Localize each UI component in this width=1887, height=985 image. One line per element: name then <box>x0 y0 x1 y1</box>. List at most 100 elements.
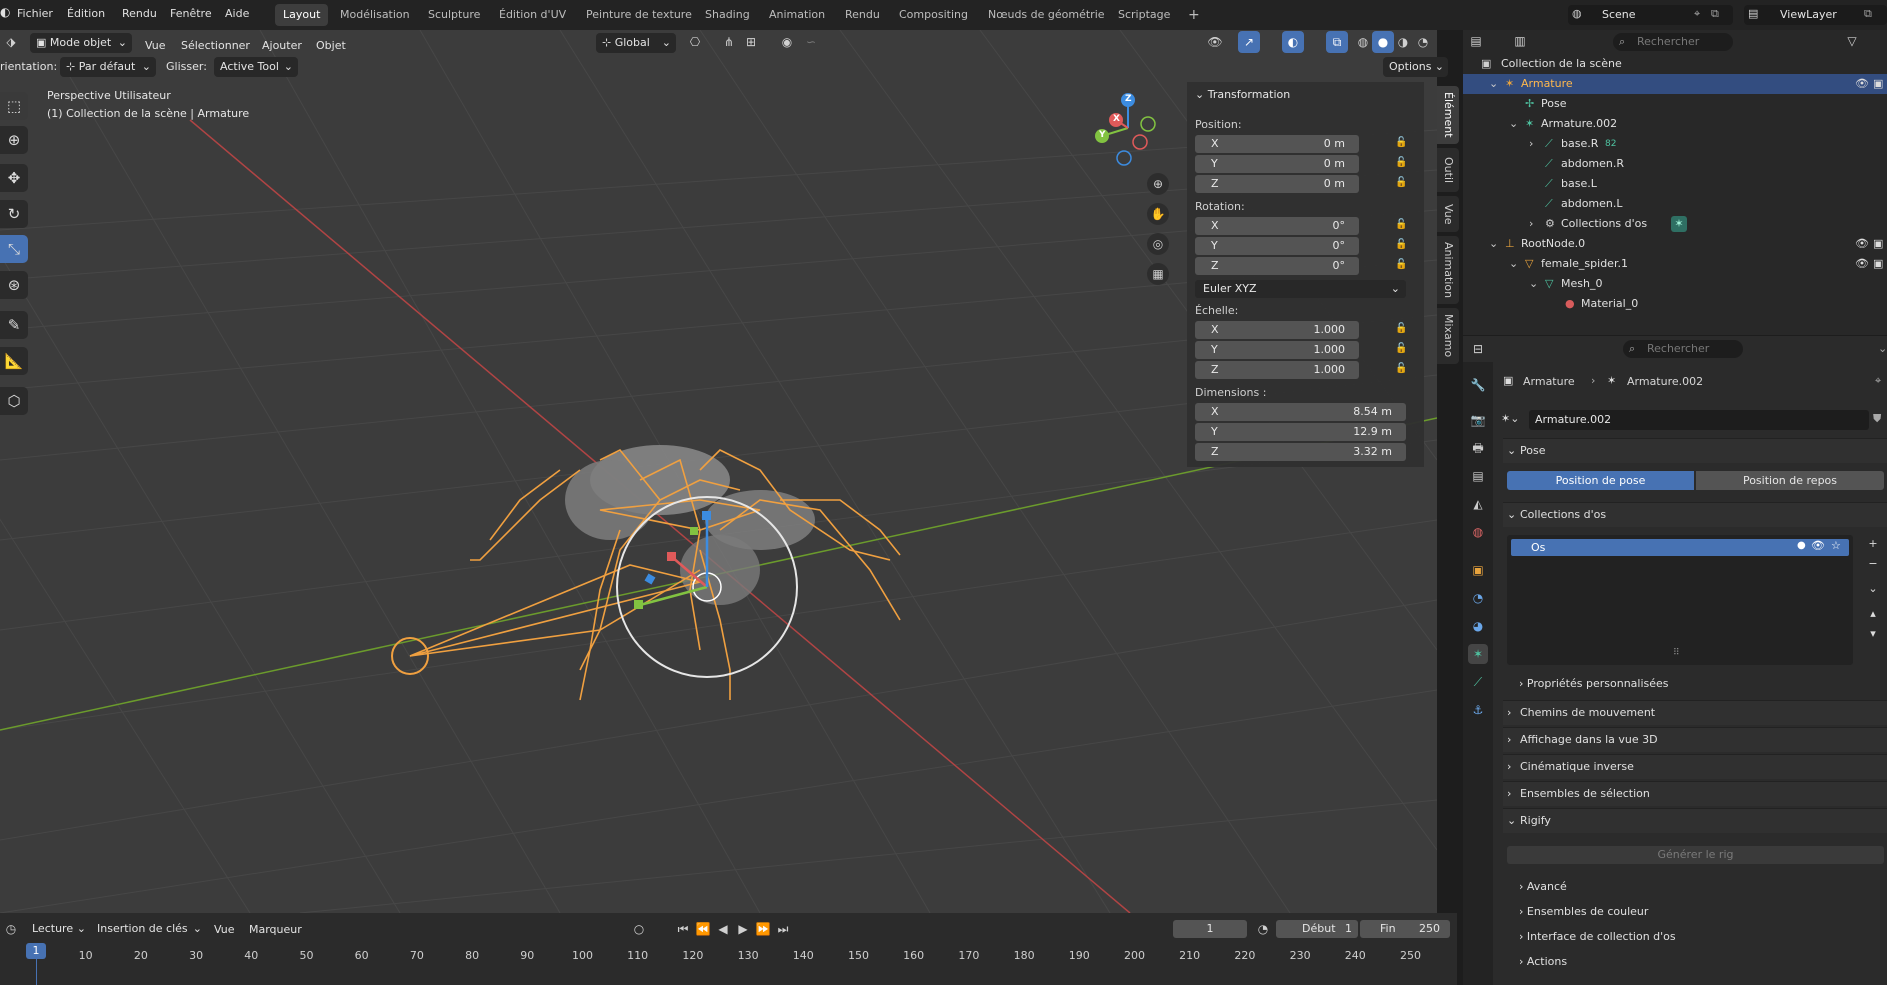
timeline-menu-marqueur[interactable]: Marqueur <box>249 923 302 936</box>
menu-fenetre[interactable]: Fenêtre <box>170 7 212 20</box>
workspace-tab-shading[interactable]: Shading <box>697 4 758 26</box>
dimension-z-field[interactable]: Z 3.32 m <box>1195 443 1406 461</box>
menu-rendu[interactable]: Rendu <box>122 7 157 20</box>
camera-icon[interactable]: ▣ <box>1873 234 1883 254</box>
blender-logo-icon[interactable]: ◐ <box>0 5 10 23</box>
new-view-layer-icon[interactable]: ⧉ <box>1864 7 1872 21</box>
move-down-button[interactable]: ▾ <box>1864 625 1882 643</box>
xray-toggle-icon[interactable]: ⧉ <box>1326 31 1348 53</box>
outliner-row-abdomen-l[interactable]: ⟋ abdomen.L <box>1463 194 1887 214</box>
prev-keyframe-icon[interactable]: ⏪ <box>692 918 714 940</box>
auto-keying-icon[interactable]: ○ <box>628 918 650 940</box>
menu-ajouter[interactable]: Ajouter <box>262 39 302 52</box>
gizmo-x-tip[interactable] <box>667 552 676 561</box>
next-keyframe-icon[interactable]: ⏩ <box>752 918 774 940</box>
scale-z-field[interactable]: Z 1.000 <box>1195 361 1359 379</box>
outliner-row-scene-collection[interactable]: ▣ Collection de la scène <box>1463 54 1887 74</box>
perspective-toggle-icon[interactable]: ▦ <box>1147 263 1169 285</box>
timeline-menu-vue[interactable]: Vue <box>214 923 235 936</box>
collection-menu-button[interactable]: ⌄ <box>1864 580 1882 598</box>
outliner-row-abdomen-r[interactable]: ⟋ abdomen.R <box>1463 154 1887 174</box>
modifier-tab-icon[interactable]: ◔ <box>1468 588 1488 608</box>
generate-rig-button[interactable]: Générer le rig <box>1507 846 1884 864</box>
add-cube-tool-icon[interactable]: ⬡ <box>0 387 28 415</box>
lock-icon[interactable]: 🔓 <box>1395 157 1407 169</box>
jump-end-icon[interactable]: ⏭ <box>772 918 794 940</box>
outliner-row-armature[interactable]: ⌄ ✶ Armature 👁 ▣ <box>1463 74 1887 94</box>
workspace-tab-modelisation[interactable]: Modélisation <box>332 4 418 26</box>
playhead[interactable]: 1 <box>26 943 46 959</box>
section-selection-sets[interactable]: › Ensembles de sélection <box>1503 781 1887 806</box>
play-icon[interactable]: ▶ <box>732 918 754 940</box>
outliner-search-input[interactable]: ⌕ Rechercher <box>1613 33 1733 51</box>
outliner-row-base-l[interactable]: ⟋ base.L <box>1463 174 1887 194</box>
editor-type-icon[interactable]: ◷ <box>0 918 22 940</box>
workspace-tab-animation[interactable]: Animation <box>761 4 833 26</box>
editor-type-icon[interactable]: ▤ <box>1465 30 1487 52</box>
move-tool-icon[interactable]: ✥ <box>0 164 28 192</box>
lock-icon[interactable]: 🔓 <box>1395 323 1407 335</box>
editor-type-icon[interactable]: ⊟ <box>1467 338 1489 360</box>
rendered-shading-icon[interactable]: ◔ <box>1412 31 1434 53</box>
gizmo-y-tip[interactable] <box>634 600 643 609</box>
move-up-button[interactable]: ▴ <box>1864 605 1882 623</box>
object-tab-icon[interactable]: ▣ <box>1468 560 1488 580</box>
rigify-bone-collection-ui-subpanel[interactable]: › Interface de collection d'os <box>1519 930 1676 943</box>
datablock-selector[interactable]: ✶⌄ Armature.002 ⛊ <box>1501 410 1887 430</box>
workspace-tab-sculpture[interactable]: Sculpture <box>420 4 488 26</box>
outliner-row-rootnode[interactable]: ⌄ ⊥ RootNode.0 👁 ▣ <box>1463 234 1887 254</box>
remove-collection-button[interactable]: − <box>1864 555 1882 573</box>
gizmo-toggle-icon[interactable]: ↗ <box>1238 31 1260 53</box>
scene-selector[interactable]: ◍ Scene ⌖ ⧉ <box>1568 5 1733 25</box>
bone-collection-list[interactable]: Os ● 👁 ☆ ⠿ <box>1507 535 1853 665</box>
properties-search-input[interactable]: ⌕ Rechercher <box>1623 340 1743 358</box>
fake-user-icon[interactable]: ⛊ <box>1873 412 1881 426</box>
section-inverse-kinematics[interactable]: › Cinématique inverse <box>1503 754 1887 779</box>
drag-setting-dropdown[interactable]: Active Tool ⌄ <box>214 57 298 77</box>
material-shading-icon[interactable]: ◑ <box>1392 31 1414 53</box>
custom-properties-subpanel[interactable]: › Propriétés personnalisées <box>1519 677 1669 690</box>
overlay-toggle-icon[interactable]: ◐ <box>1282 31 1304 53</box>
outliner-row-mesh-0[interactable]: ⌄ ▽ Mesh_0 <box>1463 274 1887 294</box>
transform-orientation-selector[interactable]: ⊹ Global ⌄ <box>596 33 676 53</box>
workspace-tab-rendu[interactable]: Rendu <box>837 4 888 26</box>
output-tab-icon[interactable]: 🖶 <box>1468 438 1488 458</box>
annotate-tool-icon[interactable]: ✎ <box>0 311 28 339</box>
bone-constraint-tab-icon[interactable]: ⚓ <box>1468 700 1488 720</box>
gizmo-z-tip[interactable] <box>702 511 711 520</box>
lock-icon[interactable]: 🔓 <box>1395 219 1407 231</box>
lock-icon[interactable]: 🔓 <box>1395 177 1407 189</box>
rotate-tool-icon[interactable]: ↻ <box>0 200 28 228</box>
visibility-icon[interactable]: 👁 <box>1204 31 1226 53</box>
navigation-gizmo[interactable]: Z Y X <box>1090 88 1160 168</box>
eye-icon[interactable]: 👁 <box>1855 254 1869 274</box>
options-dropdown[interactable]: Options ⌄ <box>1383 57 1448 77</box>
pin-icon[interactable]: ⌖ <box>1694 7 1700 21</box>
rigify-actions-subpanel[interactable]: › Actions <box>1519 955 1567 968</box>
proportional-edit-icon[interactable]: ◉ <box>776 31 798 53</box>
scale-x-field[interactable]: X 1.000 <box>1195 321 1359 339</box>
outliner-row-armature-002[interactable]: ⌄ ✶ Armature.002 <box>1463 114 1887 134</box>
lock-icon[interactable]: 🔓 <box>1395 363 1407 375</box>
pose-position-button[interactable]: Position de pose <box>1507 471 1694 490</box>
new-scene-icon[interactable]: ⧉ <box>1711 7 1719 21</box>
zoom-icon[interactable]: ⊕ <box>1147 173 1169 195</box>
pan-hand-icon[interactable]: ✋ <box>1147 203 1169 225</box>
snap-target-icon[interactable]: ⊞ <box>740 31 762 53</box>
rotation-z-field[interactable]: Z 0° <box>1195 257 1359 275</box>
menu-edition[interactable]: Édition <box>67 7 105 20</box>
view-layer-tab-icon[interactable]: ▤ <box>1468 466 1488 486</box>
wireframe-shading-icon[interactable]: ◍ <box>1352 31 1374 53</box>
chevron-down-icon[interactable]: ⌄ <box>1878 342 1887 355</box>
menu-selectionner[interactable]: Sélectionner <box>181 39 250 52</box>
lock-icon[interactable]: 🔓 <box>1395 137 1407 149</box>
outliner-row-bone-collections[interactable]: › ⚙ Collections d'os ✶ <box>1463 214 1887 234</box>
dimension-x-field[interactable]: X 8.54 m <box>1195 403 1406 421</box>
falloff-icon[interactable]: ∽ <box>800 31 822 53</box>
workspace-tab-scriptage[interactable]: Scriptage <box>1110 4 1178 26</box>
menu-aide[interactable]: Aide <box>225 7 249 20</box>
scene-tab-icon[interactable]: ◭ <box>1468 494 1488 514</box>
solid-shading-icon[interactable]: ● <box>1372 31 1394 53</box>
camera-icon[interactable]: ▣ <box>1873 254 1883 274</box>
cursor-tool-icon[interactable]: ⊕ <box>0 126 28 154</box>
